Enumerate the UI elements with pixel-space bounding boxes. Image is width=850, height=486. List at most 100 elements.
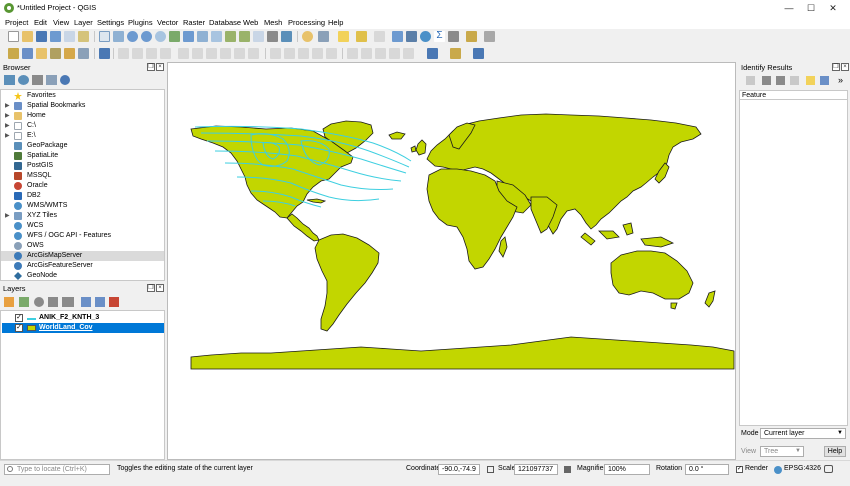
zoom-last-icon[interactable] <box>225 31 236 42</box>
delete-selected-icon[interactable] <box>178 48 189 59</box>
browser-item-ows[interactable]: OWS <box>1 241 164 251</box>
layout-manager-icon[interactable] <box>78 31 89 42</box>
browser-item-oracle[interactable]: Oracle <box>1 181 164 191</box>
crs-globe-icon[interactable] <box>774 466 782 474</box>
browser-item-favorites[interactable]: Favorites <box>1 91 164 101</box>
new-spatialite-icon[interactable] <box>50 48 61 59</box>
browser-item-geonode[interactable]: GeoNode <box>1 271 164 281</box>
browser-item-spatialite[interactable]: SpatiaLite <box>1 151 164 161</box>
pan-map-icon[interactable] <box>99 31 110 42</box>
select-feature-icon[interactable] <box>806 76 815 85</box>
data-source-manager-icon[interactable] <box>8 48 19 59</box>
layer-visibility-checkbox[interactable]: ✓ <box>15 314 23 322</box>
select-features-icon[interactable] <box>338 31 349 42</box>
temporal-controller-icon[interactable] <box>267 31 278 42</box>
add-ring-icon[interactable] <box>389 48 400 59</box>
menu-web[interactable]: Web <box>243 18 258 27</box>
save-as-icon[interactable] <box>50 31 61 42</box>
refresh-icon[interactable] <box>281 31 292 42</box>
new-map-view-icon[interactable] <box>253 31 264 42</box>
undo-icon[interactable] <box>234 48 245 59</box>
browser-item-geopackage[interactable]: GeoPackage <box>1 141 164 151</box>
pan-to-selection-icon[interactable] <box>113 31 124 42</box>
processing-toolbox-icon[interactable] <box>420 31 431 42</box>
manage-visibility-icon[interactable] <box>34 297 44 307</box>
attribute-table-icon[interactable] <box>392 31 403 42</box>
annotation-icon[interactable] <box>466 31 477 42</box>
pin-labels-icon[interactable] <box>284 48 295 59</box>
map-tips-icon[interactable] <box>484 31 495 42</box>
menu-processing[interactable]: Processing <box>288 18 325 27</box>
expand-all-icon[interactable] <box>81 297 91 307</box>
vertex-tool-icon[interactable] <box>160 48 171 59</box>
expand-tree-icon[interactable] <box>746 76 755 85</box>
menu-view[interactable]: View <box>53 18 69 27</box>
browser-item-xyz-tiles[interactable]: ▶ XYZ Tiles <box>1 211 164 221</box>
python-console-icon[interactable] <box>450 48 461 59</box>
new-project-icon[interactable] <box>8 31 19 42</box>
view-select[interactable]: Tree ▼ <box>760 446 804 457</box>
digitize-icon[interactable] <box>146 48 157 59</box>
rotation-field[interactable]: 0.0 ° <box>685 464 729 475</box>
properties-icon[interactable] <box>60 75 70 85</box>
deselect-icon[interactable] <box>374 31 385 42</box>
browser-item-drive-e[interactable]: ▶ E:\ <box>1 131 164 141</box>
lock-scale-icon[interactable] <box>564 466 571 473</box>
clear-results-icon[interactable] <box>790 76 799 85</box>
add-part-icon[interactable] <box>403 48 414 59</box>
extents-toggle-icon[interactable] <box>487 466 494 473</box>
menu-settings[interactable]: Settings <box>97 18 124 27</box>
browser-item-db2[interactable]: DB2 <box>1 191 164 201</box>
select-by-value-icon[interactable] <box>356 31 367 42</box>
menu-plugins[interactable]: Plugins <box>128 18 153 27</box>
open-project-icon[interactable] <box>22 31 33 42</box>
float-panel-icon[interactable]: ❐ <box>832 63 840 71</box>
browser-item-arcgis-feature-server[interactable]: ArcGisFeatureServer <box>1 261 164 271</box>
zoom-full-icon[interactable] <box>169 31 180 42</box>
open-layer-styling-icon[interactable] <box>4 297 14 307</box>
browser-item-wms[interactable]: WMS/WMTS <box>1 201 164 211</box>
save-project-icon[interactable] <box>36 31 47 42</box>
show-labels-icon[interactable] <box>298 48 309 59</box>
paste-features-icon[interactable] <box>220 48 231 59</box>
rotate-label-icon[interactable] <box>326 48 337 59</box>
label-tool-icon[interactable] <box>270 48 281 59</box>
locator-search-input[interactable]: Type to locate (Ctrl+K) <box>4 464 110 475</box>
filter-legend-icon[interactable] <box>48 297 58 307</box>
remove-layer-icon[interactable] <box>109 297 119 307</box>
zoom-rubberband-icon[interactable] <box>155 31 166 42</box>
collapse-all-icon[interactable] <box>95 297 105 307</box>
expand-arrow[interactable]: ▶ <box>5 101 10 111</box>
menu-mesh[interactable]: Mesh <box>264 18 282 27</box>
layer-anik-f2-knth-3[interactable]: ✓ ANIK_F2_KNTH_3 <box>2 313 164 323</box>
menu-database[interactable]: Database <box>209 18 241 27</box>
current-edits-icon[interactable] <box>118 48 129 59</box>
cut-features-icon[interactable] <box>192 48 203 59</box>
expand-arrow[interactable]: ▶ <box>5 131 10 141</box>
rotate-feature-icon[interactable] <box>361 48 372 59</box>
filter-browser-icon[interactable] <box>32 75 43 85</box>
statistical-summary-icon[interactable]: Σ <box>434 31 445 42</box>
mode-select[interactable]: Current layer ▼ <box>760 428 846 439</box>
browser-item-drive-c[interactable]: ▶ C:\ <box>1 121 164 131</box>
new-virtual-layer-icon[interactable] <box>78 48 89 59</box>
layer-worldland-cov[interactable]: ✓ WorldLand_Cov <box>2 323 164 333</box>
render-checkbox[interactable]: ✓ <box>736 466 743 473</box>
close-panel-icon[interactable]: × <box>156 284 164 292</box>
copy-features-icon[interactable] <box>206 48 217 59</box>
menu-help[interactable]: Help <box>328 18 343 27</box>
collapse-tree-icon[interactable] <box>762 76 771 85</box>
copy-results-icon[interactable] <box>820 76 829 85</box>
new-temp-layer-icon[interactable] <box>64 48 75 59</box>
expand-new-icon[interactable] <box>776 76 785 85</box>
menu-raster[interactable]: Raster <box>183 18 205 27</box>
refresh-browser-icon[interactable] <box>18 75 29 85</box>
zoom-native-icon[interactable] <box>211 31 222 42</box>
float-panel-icon[interactable]: ❐ <box>147 284 155 292</box>
redo-icon[interactable] <box>248 48 259 59</box>
expand-arrow[interactable]: ▶ <box>5 121 10 131</box>
toggle-editing-icon[interactable] <box>99 48 110 59</box>
new-shapefile-icon[interactable] <box>36 48 47 59</box>
browser-item-mssql[interactable]: MSSQL <box>1 171 164 181</box>
plugin-icon[interactable] <box>473 48 484 59</box>
